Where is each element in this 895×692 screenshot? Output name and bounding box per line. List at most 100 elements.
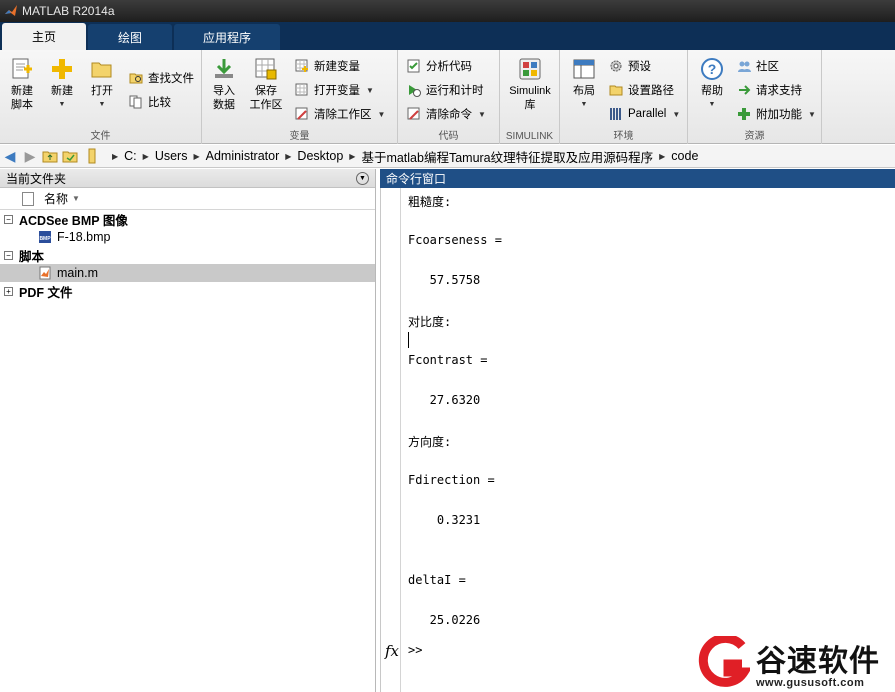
save-workspace-button[interactable]: 保存 工作区 — [246, 56, 286, 112]
community-button[interactable]: 社区 — [736, 56, 779, 76]
bmp-file-icon: BMP — [38, 230, 52, 244]
current-folder-title: 当前文件夹 — [6, 171, 67, 186]
file-name: main.m — [57, 266, 98, 280]
command-window-body[interactable]: 粗糙度: Fcoarseness = 57.5758 对比度: Fcontras… — [380, 188, 895, 692]
import-data-button[interactable]: 导入 数据 — [204, 56, 244, 112]
command-window-title: 命令行窗口 — [386, 172, 447, 186]
find-files-icon — [128, 70, 144, 86]
back-button[interactable]: ◀ — [0, 146, 20, 166]
chevron-down-icon: ▼ — [98, 101, 106, 108]
folder-icon — [88, 148, 96, 164]
run-and-time-label: 运行和计时 — [426, 85, 484, 97]
address-bar: ◀ ▶ ▶ C: ▶ Users ▶ Administrator ▶ Deskt… — [0, 145, 895, 168]
folder-icon-button[interactable] — [84, 146, 104, 166]
tab-plots[interactable]: 绘图 — [88, 24, 172, 50]
addons-label: 附加功能 — [756, 109, 802, 121]
request-support-label: 请求支持 — [756, 85, 802, 97]
chevron-down-icon: ▼ — [58, 101, 66, 108]
run-and-time-icon — [406, 82, 422, 98]
browse-folder-button[interactable] — [60, 146, 80, 166]
new-script-button[interactable]: 新建 脚本 — [2, 56, 42, 112]
save-workspace-icon — [253, 56, 279, 82]
compare-label: 比较 — [148, 97, 171, 109]
set-path-icon — [608, 82, 624, 98]
parallel-icon — [608, 106, 624, 122]
new-script-label: 新建 脚本 — [11, 85, 33, 111]
breadcrumb-item[interactable]: Administrator — [206, 149, 280, 163]
new-variable-button[interactable]: 新建变量 — [294, 56, 360, 76]
chevron-right-icon: ▶ — [193, 151, 200, 161]
layout-icon — [571, 56, 597, 82]
folder-open-icon — [89, 56, 115, 82]
ribbon-toolbar: 新建 脚本 新建 ▼ 打开 ▼ 查找文件 比较 文件 导入 数据 保存 工作区 … — [0, 50, 895, 144]
community-label: 社区 — [756, 61, 779, 73]
group-label-variable: 变量 — [289, 131, 310, 142]
new-button[interactable]: 新建 ▼ — [42, 56, 82, 112]
ribbon-group-simulink: Simulink 库 SIMULINK — [500, 50, 560, 144]
watermark-title: 谷速软件 — [756, 644, 880, 679]
chevron-down-icon: ▼ — [478, 109, 486, 119]
output-line: Fdirection = — [408, 473, 495, 487]
ribbon-tab-strip: 主页 绘图 应用程序 — [0, 22, 895, 50]
tab-home[interactable]: 主页 — [2, 23, 86, 50]
expand-icon[interactable]: + — [4, 286, 13, 296]
column-header-name[interactable]: 名称 ▼ — [0, 188, 375, 210]
breadcrumb-item[interactable]: C: — [124, 149, 137, 163]
chevron-down-icon: ▼ — [377, 109, 386, 119]
help-icon: ? — [699, 56, 725, 82]
collapse-icon[interactable]: − — [4, 214, 13, 224]
output-line: 对比度: — [408, 315, 452, 329]
help-button[interactable]: ? 帮助 ▼ — [692, 56, 732, 112]
panel-menu-button[interactable]: ▼ — [356, 171, 369, 185]
ribbon-group-variable: 导入 数据 保存 工作区 新建变量 打开变量 ▼ 清除工作区 ▼ 变量 — [202, 50, 398, 144]
import-data-label: 导入 数据 — [213, 85, 235, 111]
preferences-label: 预设 — [628, 61, 651, 73]
output-line: Fcontrast = — [408, 353, 488, 367]
open-button[interactable]: 打开 ▼ — [82, 56, 122, 112]
output-line: 0.3231 — [408, 513, 481, 527]
browse-folder-icon — [62, 151, 78, 163]
set-path-button[interactable]: 设置路径 — [608, 80, 674, 100]
group-label-file: 文件 — [90, 131, 111, 142]
import-data-icon — [211, 56, 237, 82]
tree-group-scripts[interactable]: − 脚本 — [0, 246, 375, 264]
parallel-button[interactable]: Parallel ▼ — [608, 104, 680, 124]
preferences-button[interactable]: 预设 — [608, 56, 651, 76]
list-item[interactable]: BMP F-18.bmp — [0, 228, 375, 246]
breadcrumb-item[interactable]: 基于matlab编程Tamura纹理特征提取及应用源码程序 — [361, 147, 653, 166]
open-label: 打开 — [91, 85, 113, 97]
clear-workspace-button[interactable]: 清除工作区 ▼ — [294, 104, 385, 124]
list-item[interactable]: main.m — [0, 264, 375, 282]
analyze-code-button[interactable]: 分析代码 — [406, 56, 472, 76]
open-variable-button[interactable]: 打开变量 ▼ — [294, 80, 374, 100]
find-files-label: 查找文件 — [148, 73, 194, 85]
simulink-library-icon — [517, 56, 543, 82]
run-and-time-button[interactable]: 运行和计时 — [406, 80, 484, 100]
compare-button[interactable]: 比较 — [128, 92, 171, 112]
collapse-icon[interactable]: − — [4, 250, 13, 260]
up-folder-button[interactable] — [40, 146, 60, 166]
chevron-down-icon: ▼ — [808, 109, 816, 119]
analyze-code-icon — [406, 58, 422, 74]
compare-icon — [128, 94, 144, 110]
breadcrumb-item[interactable]: Users — [155, 149, 188, 163]
new-variable-icon — [294, 58, 310, 74]
tree-group-pdf[interactable]: + PDF 文件 — [0, 282, 375, 300]
clear-commands-button[interactable]: 清除命令 ▼ — [406, 104, 486, 124]
simulink-library-button[interactable]: Simulink 库 — [504, 56, 556, 112]
tab-apps[interactable]: 应用程序 — [174, 24, 280, 50]
layout-button[interactable]: 布局 ▼ — [564, 56, 604, 112]
ribbon-group-environment: 布局 ▼ 预设 设置路径 Parallel ▼ 环境 — [560, 50, 688, 144]
tree-group-bmp[interactable]: − ACDSee BMP 图像 — [0, 210, 375, 228]
find-files-button[interactable]: 查找文件 — [128, 68, 194, 88]
request-support-button[interactable]: 请求支持 — [736, 80, 802, 100]
command-prompt[interactable]: >> — [408, 643, 422, 657]
breadcrumb-item[interactable]: code — [671, 149, 698, 163]
forward-button[interactable]: ▶ — [20, 146, 40, 166]
chevron-down-icon: ▼ — [708, 101, 716, 108]
addons-button[interactable]: 附加功能 ▼ — [736, 104, 816, 124]
clear-commands-icon — [406, 106, 422, 122]
matlab-logo-icon — [5, 5, 17, 16]
function-browser-button[interactable]: fx — [385, 642, 399, 660]
breadcrumb-item[interactable]: Desktop — [297, 149, 343, 163]
